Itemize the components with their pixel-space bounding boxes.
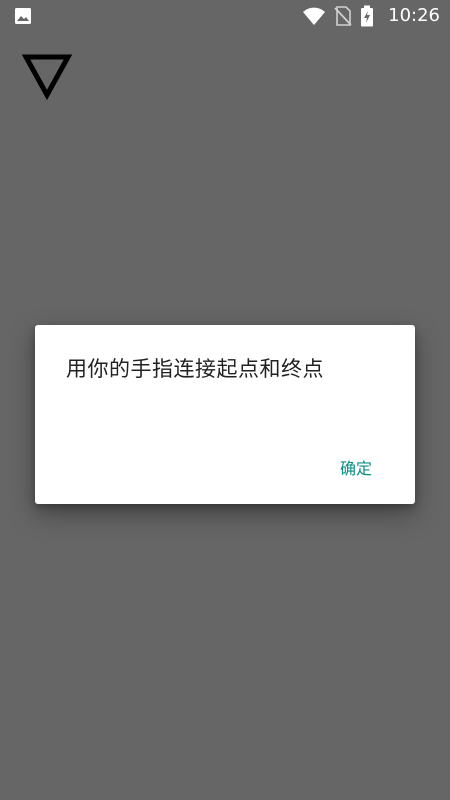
battery-charging-icon: [360, 5, 374, 27]
wifi-icon: [302, 6, 326, 26]
screen: 10:26 用你的手指连接起点和终点 确定: [0, 0, 450, 800]
status-bar: 10:26: [0, 0, 450, 32]
status-left: [14, 7, 32, 25]
image-notification-icon: [14, 7, 32, 25]
no-sim-icon: [334, 6, 352, 26]
status-time: 10:26: [388, 5, 440, 26]
alert-dialog: 用你的手指连接起点和终点 确定: [35, 325, 415, 504]
status-right: 10:26: [302, 5, 440, 27]
dialog-message: 用你的手指连接起点和终点: [66, 357, 324, 381]
down-triangle-logo-icon[interactable]: [20, 50, 74, 104]
confirm-button[interactable]: 确定: [332, 451, 380, 483]
